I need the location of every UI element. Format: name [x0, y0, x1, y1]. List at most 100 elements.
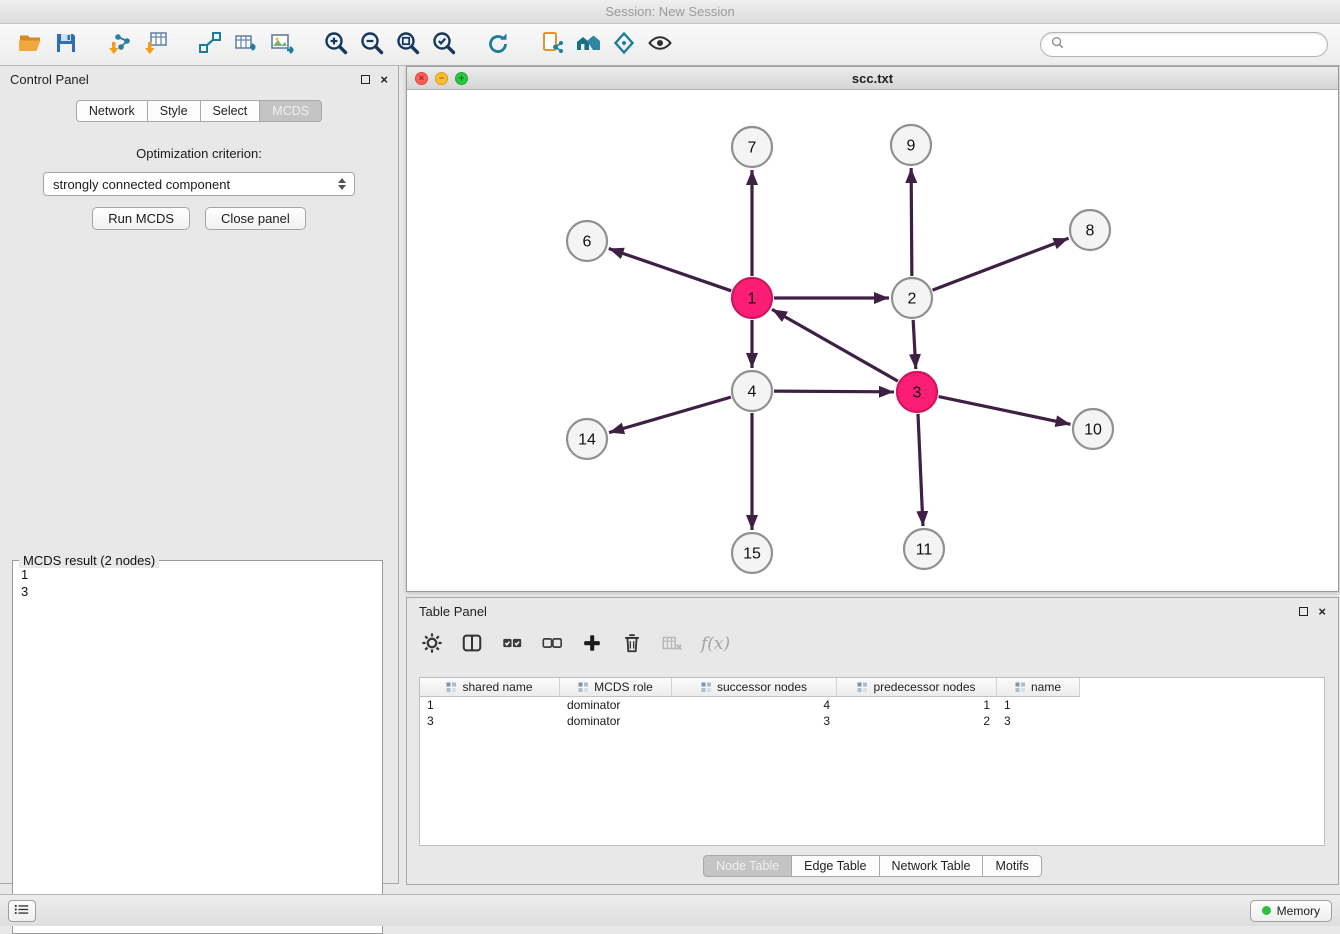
column-sort-icon[interactable]	[1015, 682, 1026, 693]
run-mcds-button[interactable]: Run MCDS	[92, 207, 190, 230]
table-tab-network-table[interactable]: Network Table	[879, 855, 984, 877]
graph-node-11[interactable]: 11	[904, 529, 944, 569]
table-tab-node-table[interactable]: Node Table	[703, 855, 792, 877]
export-image-button[interactable]	[264, 28, 300, 62]
create-column-button[interactable]	[581, 632, 603, 657]
import-network-button[interactable]	[102, 28, 138, 62]
zoom-fit-button[interactable]	[390, 28, 426, 62]
column-sort-icon[interactable]	[701, 682, 712, 693]
graph-node-15[interactable]: 15	[732, 533, 772, 573]
table-cell[interactable]: 3	[420, 713, 560, 729]
zoom-out-button[interactable]	[354, 28, 390, 62]
graph-edge-3-10[interactable]	[939, 397, 1071, 425]
open-session-button[interactable]	[12, 28, 48, 62]
apply-style-button[interactable]	[606, 28, 642, 62]
copy-network-button[interactable]	[534, 28, 570, 62]
column-sort-icon[interactable]	[857, 682, 868, 693]
delete-table-button[interactable]	[661, 632, 683, 657]
network-graph[interactable]: 7 9 6 8 1 2 4 3 14 10 15 11	[407, 90, 1338, 591]
graph-edge-3-11[interactable]	[918, 414, 923, 526]
graph-edge-3-1[interactable]	[772, 309, 898, 381]
criterion-dropdown[interactable]: strongly connected component	[43, 172, 355, 196]
network-window: × − + scc.txt 7968124314101511	[406, 66, 1339, 592]
select-all-button[interactable]	[501, 632, 523, 657]
column-header-successor-nodes[interactable]: successor nodes	[672, 678, 837, 697]
network-canvas[interactable]: 7 9 6 8 1 2 4 3 14 10 15 11	[407, 90, 1338, 591]
task-history-button[interactable]	[8, 900, 36, 922]
delete-column-button[interactable]	[621, 632, 643, 657]
table-row[interactable]: 3dominator323	[420, 713, 1324, 729]
minimize-window-button[interactable]: −	[435, 72, 448, 85]
table-cell[interactable]: 3	[672, 713, 837, 729]
tab-network[interactable]: Network	[76, 100, 148, 122]
maximize-window-button[interactable]: +	[455, 72, 468, 85]
export-image-icon	[269, 30, 295, 59]
graph-edge-2-8[interactable]	[933, 238, 1069, 290]
column-sort-icon[interactable]	[446, 682, 457, 693]
show-columns-button[interactable]	[461, 632, 483, 657]
graph-node-3[interactable]: 3	[897, 372, 937, 412]
graph-edge-2-9[interactable]	[911, 168, 912, 276]
column-header-shared-name[interactable]: shared name	[420, 678, 560, 697]
graph-node-14[interactable]: 14	[567, 419, 607, 459]
graph-node-9[interactable]: 9	[891, 125, 931, 165]
column-sort-icon[interactable]	[578, 682, 589, 693]
close-window-button[interactable]: ×	[415, 72, 428, 85]
graph-node-10[interactable]: 10	[1073, 409, 1113, 449]
table-cell[interactable]: 4	[672, 697, 837, 713]
export-table-button[interactable]	[228, 28, 264, 62]
svg-text:1: 1	[748, 291, 757, 308]
table-tab-motifs[interactable]: Motifs	[982, 855, 1041, 877]
tab-style[interactable]: Style	[147, 100, 201, 122]
zoom-in-button[interactable]	[318, 28, 354, 62]
export-network-button[interactable]	[192, 28, 228, 62]
svg-text:7: 7	[748, 140, 757, 157]
search-box[interactable]	[1040, 32, 1328, 57]
float-table-panel-icon[interactable]	[1299, 605, 1308, 618]
close-panel-button[interactable]: Close panel	[205, 207, 306, 230]
show-hide-button[interactable]	[642, 28, 678, 62]
float-panel-icon[interactable]	[361, 73, 370, 86]
zoom-selected-button[interactable]	[426, 28, 462, 62]
column-header-predecessor-nodes[interactable]: predecessor nodes	[837, 678, 997, 697]
zoom-fit-icon	[395, 30, 421, 59]
search-input[interactable]	[1070, 38, 1317, 52]
close-panel-icon[interactable]: ×	[380, 73, 388, 86]
graph-node-1[interactable]: 1	[732, 278, 772, 318]
table-cell[interactable]: 3	[997, 713, 1080, 729]
graph-edge-2-3[interactable]	[913, 320, 916, 369]
close-table-panel-icon[interactable]: ×	[1318, 605, 1326, 618]
column-header-name[interactable]: name	[997, 678, 1080, 697]
network-overview-button[interactable]	[570, 28, 606, 62]
function-builder-button[interactable]: f(x)	[701, 634, 730, 654]
graph-node-8[interactable]: 8	[1070, 210, 1110, 250]
table-cell[interactable]: 1	[997, 697, 1080, 713]
table-cell[interactable]: 1	[837, 697, 997, 713]
table-tab-edge-table[interactable]: Edge Table	[791, 855, 879, 877]
list-icon	[14, 903, 30, 919]
apply-layout-button[interactable]	[480, 28, 516, 62]
save-session-button[interactable]	[48, 28, 84, 62]
table-cell[interactable]: 1	[420, 697, 560, 713]
graph-node-6[interactable]: 6	[567, 221, 607, 261]
tab-mcds[interactable]: MCDS	[259, 100, 322, 122]
graph-node-4[interactable]: 4	[732, 371, 772, 411]
graph-edge-1-6[interactable]	[609, 249, 731, 291]
graph-edge-4-3[interactable]	[774, 391, 894, 392]
graph-node-2[interactable]: 2	[892, 278, 932, 318]
deselect-all-button[interactable]	[541, 632, 563, 657]
memory-button[interactable]: Memory	[1250, 900, 1332, 922]
import-table-button[interactable]	[138, 28, 174, 62]
column-header-mcds-role[interactable]: MCDS role	[560, 678, 672, 697]
graph-node-7[interactable]: 7	[732, 127, 772, 167]
chevron-up-down-icon	[336, 178, 348, 190]
table-cell[interactable]: dominator	[560, 697, 672, 713]
graph-edge-4-14[interactable]	[609, 397, 731, 432]
table-row[interactable]: 1dominator411	[420, 697, 1324, 713]
table-cell[interactable]: dominator	[560, 713, 672, 729]
select-all-icon	[501, 632, 523, 657]
table-settings-button[interactable]	[421, 632, 443, 657]
tab-select[interactable]: Select	[200, 100, 261, 122]
table-cell[interactable]: 2	[837, 713, 997, 729]
table-toolbar: f(x)	[407, 624, 1338, 664]
